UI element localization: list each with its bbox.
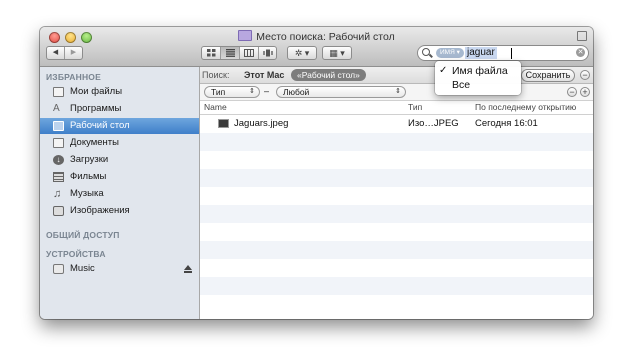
icon-view-icon: [206, 49, 215, 57]
file-list: Jaguars.jpeg Изо…JPEG Сегодня 16:01: [200, 115, 593, 319]
empty-row: [200, 133, 593, 151]
criteria-value-text: Любой: [283, 87, 310, 97]
column-header-row: Name Тип По последнему открытию: [200, 101, 593, 115]
sidebar-header-devices: УСТРОЙСТВА: [46, 249, 106, 259]
view-mode-control: [201, 46, 277, 60]
list-view-button[interactable]: [221, 47, 240, 59]
column-header-name[interactable]: Name: [204, 102, 227, 112]
fullscreen-icon[interactable]: [577, 31, 587, 41]
remove-search-button[interactable]: −: [580, 70, 590, 80]
smart-folder-icon: [238, 30, 253, 41]
search-field[interactable]: ИМЯ ▾ jaguar ✕: [417, 45, 589, 61]
criteria-attribute-value: Тип: [211, 87, 226, 97]
back-forward-control: ◀ ▶: [46, 46, 83, 60]
scope-current-folder-button[interactable]: «Рабочий стол»: [291, 69, 366, 81]
empty-row: [200, 169, 593, 187]
sidebar-item-label: Изображения: [70, 205, 130, 216]
criteria-separator: –: [264, 86, 270, 96]
forward-button[interactable]: ▶: [65, 47, 82, 59]
main-pane: Поиск: Этот Mac «Рабочий стол» Сохранить…: [200, 67, 593, 319]
criteria-attribute-popup[interactable]: Тип ⇕: [204, 86, 260, 98]
column-header-last-opened[interactable]: По последнему открытию: [475, 102, 576, 112]
sidebar-item-label: Документы: [70, 137, 119, 148]
sidebar-item-label: Музыка: [70, 188, 104, 199]
empty-row: [200, 277, 593, 295]
menu-item-label: Все: [452, 79, 471, 91]
arrange-menu-button[interactable]: ▦ ▾: [322, 46, 352, 60]
file-last-opened: Сегодня 16:01: [475, 118, 538, 129]
back-button[interactable]: ◀: [47, 47, 65, 59]
sidebar-item-label: Мои файлы: [70, 86, 123, 97]
scope-this-mac-button[interactable]: Этот Mac: [244, 70, 284, 80]
sidebar-item-all-my-files[interactable]: Мои файлы: [40, 84, 199, 100]
popup-arrows-icon: ⇕: [395, 88, 401, 95]
search-scope-bar: Поиск: Этот Mac «Рабочий стол» Сохранить…: [200, 67, 593, 84]
sidebar: ИЗБРАННОЕ Мои файлы A Программы Рабочий …: [40, 67, 200, 319]
coverflow-view-button[interactable]: [259, 47, 276, 59]
applications-icon: A: [53, 103, 60, 114]
downloads-icon: ↓: [53, 155, 64, 165]
remove-criteria-button[interactable]: −: [567, 87, 577, 97]
window-title: Место поиска: Рабочий стол: [40, 30, 593, 43]
column-view-button[interactable]: [240, 47, 259, 59]
empty-row: [200, 151, 593, 169]
empty-row: [200, 187, 593, 205]
sidebar-item-music-drive[interactable]: Music: [40, 261, 199, 277]
sidebar-item-label: Фильмы: [70, 171, 107, 182]
drive-icon: [53, 264, 64, 274]
scope-label: Поиск:: [202, 70, 230, 80]
search-icon[interactable]: [422, 48, 430, 56]
search-query-text[interactable]: jaguar: [465, 47, 497, 59]
add-criteria-button[interactable]: +: [580, 87, 590, 97]
popup-arrows-icon: ⇕: [249, 88, 255, 95]
movies-icon: [53, 172, 64, 182]
checkmark-icon: ✓: [439, 65, 448, 76]
sidebar-header-shared: ОБЩИЙ ДОСТУП: [46, 230, 120, 240]
sidebar-item-downloads[interactable]: ↓ Загрузки: [40, 152, 199, 168]
empty-row: [200, 205, 593, 223]
sidebar-item-label: Рабочий стол: [70, 120, 130, 131]
jpeg-file-icon: [218, 119, 229, 128]
sidebar-item-applications[interactable]: A Программы: [40, 101, 199, 117]
menu-item-label: Имя файла: [452, 65, 508, 77]
search-attribute-menu: ✓ Имя файла Все: [435, 61, 521, 95]
desktop-icon: [53, 121, 64, 131]
empty-row: [200, 241, 593, 259]
menu-item-all[interactable]: Все: [435, 78, 521, 92]
table-row[interactable]: Jaguars.jpeg Изо…JPEG Сегодня 16:01: [200, 115, 593, 133]
documents-icon: [53, 138, 64, 148]
music-icon: ♫: [53, 188, 62, 200]
sidebar-item-documents[interactable]: Документы: [40, 135, 199, 151]
icon-view-button[interactable]: [202, 47, 221, 59]
window-title-text: Место поиска: Рабочий стол: [256, 31, 395, 43]
search-criteria-row: Тип ⇕ – Любой ⇕ − +: [200, 84, 593, 101]
file-name: Jaguars.jpeg: [234, 118, 289, 129]
empty-row: [200, 295, 593, 313]
sidebar-item-pictures[interactable]: Изображения: [40, 203, 199, 219]
menu-item-filename[interactable]: ✓ Имя файла: [435, 64, 521, 78]
coverflow-view-icon: [262, 49, 273, 57]
sidebar-item-desktop[interactable]: Рабочий стол: [40, 118, 199, 134]
clear-search-icon[interactable]: ✕: [576, 48, 585, 57]
empty-row: [200, 259, 593, 277]
sidebar-item-label: Программы: [70, 103, 122, 114]
search-token-name[interactable]: ИМЯ ▾: [436, 48, 464, 58]
action-menu-button[interactable]: ✲ ▾: [287, 46, 317, 60]
sidebar-item-movies[interactable]: Фильмы: [40, 169, 199, 185]
sidebar-item-music[interactable]: ♫ Музыка: [40, 186, 199, 202]
pictures-icon: [53, 206, 64, 216]
sidebar-header-favorites: ИЗБРАННОЕ: [46, 72, 101, 82]
sidebar-item-label: Загрузки: [70, 154, 109, 165]
file-kind: Изо…JPEG: [408, 118, 459, 129]
empty-row: [200, 223, 593, 241]
eject-icon[interactable]: [184, 265, 192, 273]
sidebar-item-label: Music: [70, 263, 95, 274]
criteria-value-popup[interactable]: Любой ⇕: [276, 86, 406, 98]
list-view-icon: [225, 49, 235, 57]
save-search-button[interactable]: Сохранить: [521, 69, 575, 82]
text-caret: [511, 48, 512, 59]
all-my-files-icon: [53, 87, 64, 97]
column-view-icon: [244, 49, 254, 57]
column-header-kind[interactable]: Тип: [408, 102, 422, 112]
